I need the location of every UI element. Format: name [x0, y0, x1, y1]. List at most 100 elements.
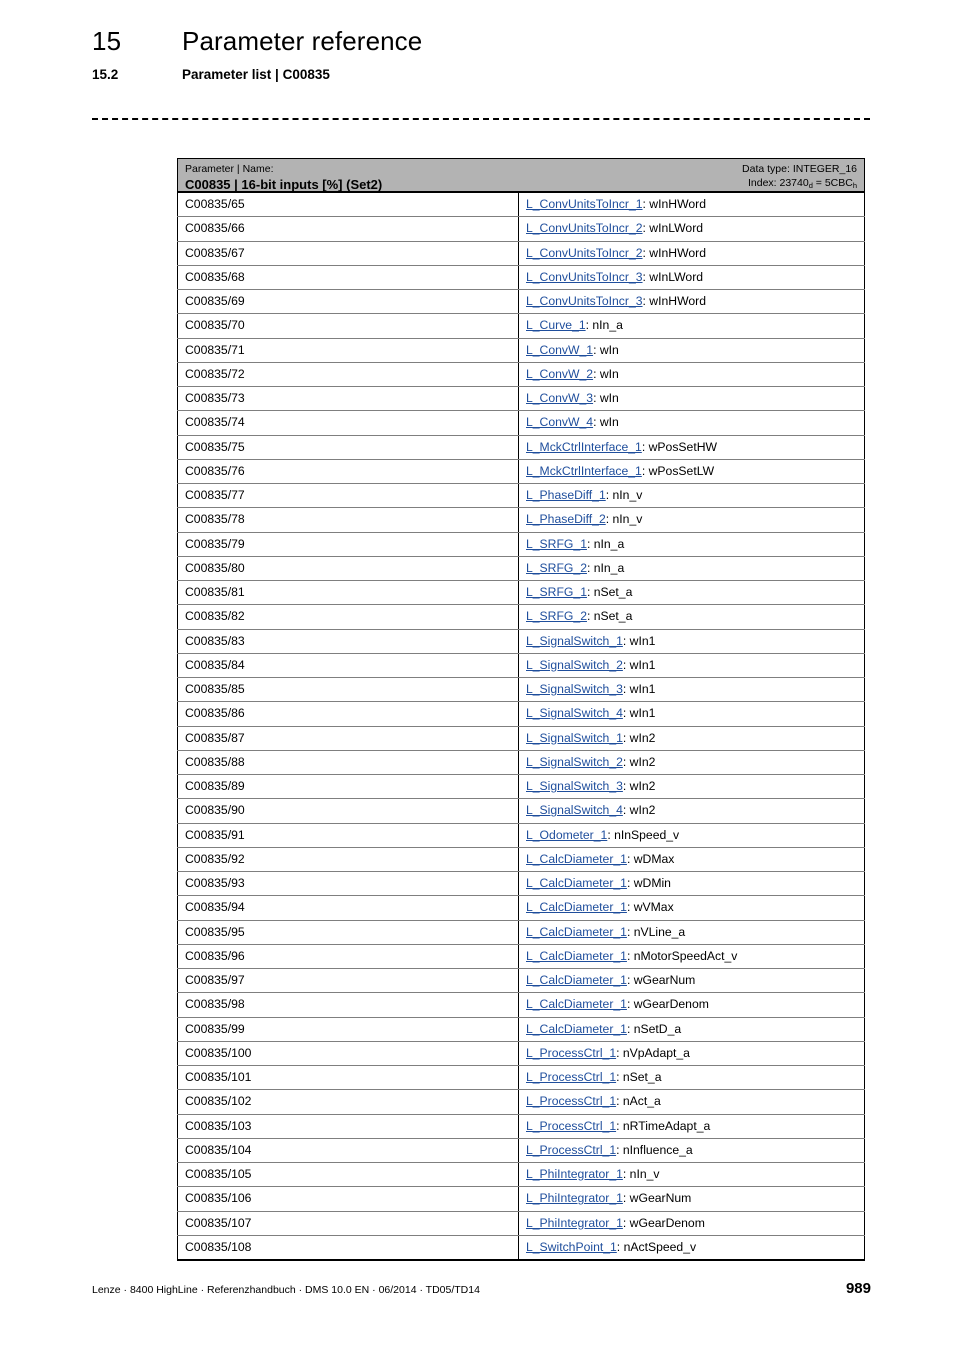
table-row: C00835/93 L_CalcDiameter_1: wDMin [177, 870, 866, 897]
table-row: C00835/77 L_PhaseDiff_1: nIn_v [177, 482, 866, 509]
signal-port-label: : wGearDenom [626, 997, 709, 1012]
table-row: C00835/98 L_CalcDiameter_1: wGearDenom [177, 992, 866, 1018]
function-block-link[interactable]: L_CalcDiameter_1 [526, 1022, 627, 1036]
parameter-code-cell: C00835/93 [177, 870, 519, 897]
table-row: C00835/69 L_ConvUnitsToIncr_3: wInHWord [177, 288, 866, 315]
index-decimal-subscript: d [808, 181, 813, 190]
signal-port-label: : wIn1 [622, 682, 656, 696]
table-row: C00835/107 L_PhiIntegrator_1: wGearDenom [177, 1210, 866, 1236]
signal-port-label: : nIn_v [622, 1167, 660, 1181]
parameter-code-cell: C00835/90 [177, 798, 519, 824]
function-block-link[interactable]: L_CalcDiameter_1 [526, 900, 627, 914]
function-block-link[interactable]: L_ConvUnitsToIncr_1 [526, 197, 643, 211]
function-block-link[interactable]: L_SignalSwitch_4 [526, 706, 623, 720]
function-block-link[interactable]: L_PhiIntegrator_1 [526, 1191, 623, 1205]
function-block-link[interactable]: L_MckCtrlInterface_1 [526, 440, 642, 454]
function-block-link[interactable]: L_CalcDiameter_1 [526, 949, 627, 963]
function-block-link[interactable]: L_PhiIntegrator_1 [526, 1167, 623, 1181]
table-row: C00835/89 L_SignalSwitch_3: wIn2 [177, 773, 866, 800]
table-row: C00835/100 L_ProcessCtrl_1: nVpAdapt_a [177, 1040, 866, 1067]
function-block-link[interactable]: L_ConvUnitsToIncr_2 [526, 246, 643, 260]
function-block-link[interactable]: L_SRFG_1 [526, 585, 587, 599]
parameter-code-cell: C00835/85 [177, 676, 519, 703]
table-row: C00835/97 L_CalcDiameter_1: wGearNum [177, 967, 866, 994]
signal-port-label: : wIn [593, 342, 619, 357]
function-block-link[interactable]: L_ConvW_3 [526, 391, 593, 405]
signal-name-cell: L_ProcessCtrl_1: nAct_a [517, 1089, 866, 1115]
signal-port-label: : wIn1 [622, 633, 656, 648]
page-footer: Lenze · 8400 HighLine · Referenzhandbuch… [92, 1280, 871, 1297]
function-block-link[interactable]: L_ConvUnitsToIncr_2 [526, 221, 643, 235]
function-block-link[interactable]: L_SignalSwitch_2 [526, 658, 623, 672]
function-block-link[interactable]: L_ProcessCtrl_1 [526, 1046, 616, 1060]
parameter-code-cell: C00835/80 [177, 555, 519, 582]
section-title: Parameter list | C00835 [182, 67, 330, 82]
function-block-link[interactable]: L_CalcDiameter_1 [526, 852, 627, 866]
function-block-link[interactable]: L_SignalSwitch_2 [526, 755, 623, 769]
signal-name-cell: L_Curve_1: nIn_a [517, 313, 866, 339]
function-block-link[interactable]: L_SignalSwitch_4 [526, 803, 623, 817]
function-block-link[interactable]: L_PhiIntegrator_1 [526, 1216, 623, 1230]
function-block-link[interactable]: L_SRFG_1 [526, 537, 587, 551]
function-block-link[interactable]: L_SRFG_2 [526, 561, 587, 575]
function-block-link[interactable]: L_SignalSwitch_3 [526, 779, 623, 793]
parameter-code-cell: C00835/94 [177, 895, 519, 921]
signal-port-label: : nVLine_a [626, 924, 686, 939]
signal-port-label: : wInHWord [642, 245, 706, 260]
parameter-code-cell: C00835/76 [177, 458, 519, 485]
column-caption: Parameter | Name: [185, 163, 274, 175]
parameter-code-cell: C00835/82 [177, 604, 519, 630]
function-block-link[interactable]: L_SRFG_2 [526, 609, 587, 623]
signal-name-cell: L_SRFG_1: nIn_a [517, 531, 866, 557]
parameter-code-cell: C00835/108 [177, 1234, 519, 1261]
parameter-code-cell: C00835/73 [177, 385, 519, 412]
function-block-link[interactable]: L_ConvW_2 [526, 367, 593, 381]
function-block-link[interactable]: L_MckCtrlInterface_1 [526, 464, 642, 478]
signal-name-cell: L_ProcessCtrl_1: nInfluence_a [517, 1137, 866, 1164]
function-block-link[interactable]: L_CalcDiameter_1 [526, 997, 627, 1011]
function-block-link[interactable]: L_SignalSwitch_3 [526, 682, 623, 696]
function-block-link[interactable]: L_Odometer_1 [526, 828, 607, 842]
parameter-header-right: Data type: INTEGER_16 Index: 23740d = 5C… [742, 163, 857, 190]
table-row: C00835/108 L_SwitchPoint_1: nActSpeed_v [177, 1234, 866, 1261]
table-row: C00835/78 L_PhaseDiff_2: nIn_v [177, 507, 866, 533]
function-block-link[interactable]: L_SwitchPoint_1 [526, 1240, 617, 1254]
signal-port-label: : nSet_a [586, 585, 633, 599]
function-block-link[interactable]: L_CalcDiameter_1 [526, 925, 627, 939]
function-block-link[interactable]: L_PhaseDiff_2 [526, 512, 606, 526]
parameter-code-cell: C00835/101 [177, 1064, 519, 1091]
table-row: C00835/90 L_SignalSwitch_4: wIn2 [177, 798, 866, 824]
parameter-code-cell: C00835/69 [177, 288, 519, 315]
function-block-link[interactable]: L_ProcessCtrl_1 [526, 1143, 616, 1157]
table-row: C00835/101 L_ProcessCtrl_1: nSet_a [177, 1064, 866, 1091]
function-block-link[interactable]: L_ProcessCtrl_1 [526, 1094, 616, 1108]
parameter-code-cell: C00835/84 [177, 652, 519, 679]
table-row: C00835/66 L_ConvUnitsToIncr_2: wInLWord [177, 216, 866, 242]
parameter-code-cell: C00835/106 [177, 1186, 519, 1212]
function-block-link[interactable]: L_ConvUnitsToIncr_3 [526, 270, 643, 284]
function-block-link[interactable]: L_SignalSwitch_1 [526, 634, 623, 648]
footer-text: Lenze · 8400 HighLine · Referenzhandbuch… [92, 1284, 480, 1296]
parameter-code-cell: C00835/89 [177, 773, 519, 800]
parameter-code-cell: C00835/95 [177, 919, 519, 945]
signal-name-cell: L_CalcDiameter_1: wDMin [517, 870, 866, 897]
function-block-link[interactable]: L_PhaseDiff_1 [526, 488, 606, 502]
table-row: C00835/68 L_ConvUnitsToIncr_3: wInLWord [177, 264, 866, 291]
function-block-link[interactable]: L_ProcessCtrl_1 [526, 1070, 616, 1084]
table-row: C00835/73 L_ConvW_3: wIn [177, 385, 866, 412]
function-block-link[interactable]: L_ProcessCtrl_1 [526, 1119, 616, 1133]
table-row: C00835/65 L_ConvUnitsToIncr_1: wInHWord [177, 191, 866, 218]
function-block-link[interactable]: L_ConvUnitsToIncr_3 [526, 294, 643, 308]
parameter-header-left: Parameter | Name: C00835 | 16-bit inputs… [185, 163, 382, 193]
signal-port-label: : wIn2 [622, 730, 656, 745]
function-block-link[interactable]: L_CalcDiameter_1 [526, 876, 627, 890]
header-divider [92, 118, 870, 120]
function-block-link[interactable]: L_Curve_1 [526, 318, 586, 332]
parameter-code-cell: C00835/107 [177, 1210, 519, 1236]
chapter-number: 15 [92, 26, 122, 56]
table-row: C00835/67 L_ConvUnitsToIncr_2: wInHWord [177, 240, 866, 266]
function-block-link[interactable]: L_ConvW_1 [526, 343, 593, 357]
function-block-link[interactable]: L_SignalSwitch_1 [526, 731, 623, 745]
function-block-link[interactable]: L_CalcDiameter_1 [526, 973, 627, 987]
function-block-link[interactable]: L_ConvW_4 [526, 415, 593, 429]
